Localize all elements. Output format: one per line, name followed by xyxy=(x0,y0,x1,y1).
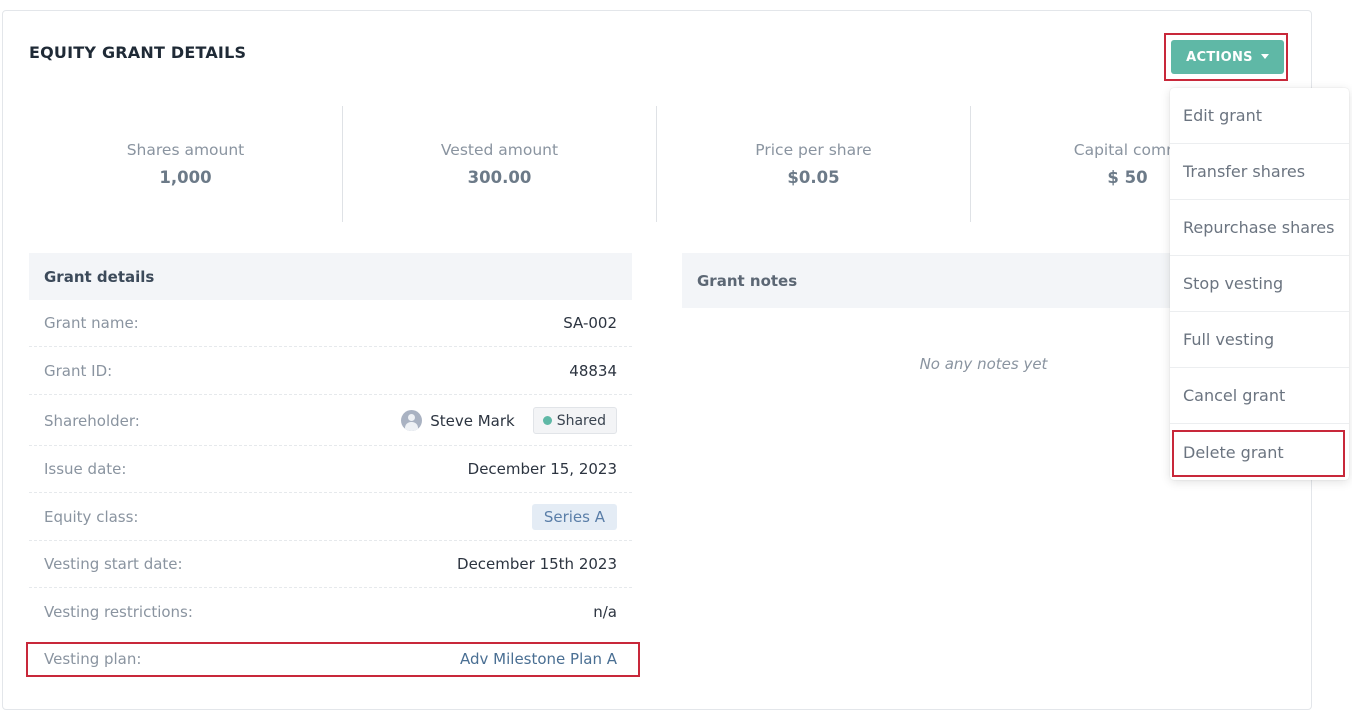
equity-class-badge: Series A xyxy=(531,504,617,530)
row-value: 48834 xyxy=(569,362,617,380)
row-label: Grant ID: xyxy=(44,362,113,380)
grant-name-row: Grant name: SA-002 xyxy=(29,300,632,347)
menu-item-edit-grant[interactable]: Edit grant xyxy=(1170,88,1349,144)
vesting-plan-highlight-box xyxy=(26,642,640,677)
shareholder-row: Shareholder: Steve Mark Shared xyxy=(29,396,632,446)
menu-item-full-vesting[interactable]: Full vesting xyxy=(1170,312,1349,368)
row-label: Shareholder: xyxy=(44,411,140,430)
delete-grant-highlight-box xyxy=(1172,430,1345,477)
grant-id-row: Grant ID: 48834 xyxy=(29,348,632,395)
stat-label: Vested amount xyxy=(440,141,559,159)
stat-label: Price per share xyxy=(755,141,872,159)
status-dot-icon xyxy=(542,416,552,425)
row-value: SA-002 xyxy=(563,314,617,332)
issue-date-row: Issue date: December 15, 2023 xyxy=(29,446,632,493)
grant-details-header: Grant details xyxy=(29,253,632,300)
stat-vested-amount: Vested amount 300.00 xyxy=(343,106,656,222)
stat-shares-amount: Shares amount 1,000 xyxy=(29,106,342,222)
shared-badge: Shared xyxy=(532,407,617,434)
menu-item-cancel-grant[interactable]: Cancel grant xyxy=(1170,368,1349,424)
vesting-start-date-row: Vesting start date: December 15th 2023 xyxy=(29,541,632,588)
page-title: EQUITY GRANT DETAILS xyxy=(29,43,247,62)
stat-value: 1,000 xyxy=(159,168,212,187)
stat-value: $0.05 xyxy=(787,168,840,187)
row-value: December 15th 2023 xyxy=(457,555,617,573)
row-label: Issue date: xyxy=(44,460,127,478)
stat-price-per-share: Price per share $0.05 xyxy=(657,106,970,222)
shareholder-name[interactable]: Steve Mark xyxy=(430,412,515,430)
stat-value: 300.00 xyxy=(467,168,532,187)
shareholder-value: Steve Mark Shared xyxy=(401,407,617,434)
shared-badge-label: Shared xyxy=(556,412,606,429)
actions-button-label: ACTIONS xyxy=(1186,49,1253,65)
actions-menu: Edit grant Transfer shares Repurchase sh… xyxy=(1170,88,1349,480)
avatar xyxy=(401,410,423,431)
row-label: Equity class: xyxy=(44,508,139,526)
row-label: Vesting restrictions: xyxy=(44,602,193,621)
actions-button[interactable]: ACTIONS xyxy=(1171,40,1284,74)
menu-item-transfer-shares[interactable]: Transfer shares xyxy=(1170,144,1349,200)
stat-label: Shares amount xyxy=(126,141,245,159)
equity-class-row: Equity class: Series A xyxy=(29,494,632,541)
row-value: n/a xyxy=(593,602,617,621)
caret-down-icon xyxy=(1260,53,1269,59)
row-label: Grant name: xyxy=(44,314,139,332)
vesting-restrictions-row: Vesting restrictions: n/a xyxy=(29,588,632,635)
row-value: December 15, 2023 xyxy=(467,460,617,478)
menu-item-stop-vesting[interactable]: Stop vesting xyxy=(1170,256,1349,312)
row-label: Vesting start date: xyxy=(44,555,183,573)
menu-item-repurchase-shares[interactable]: Repurchase shares xyxy=(1170,200,1349,256)
